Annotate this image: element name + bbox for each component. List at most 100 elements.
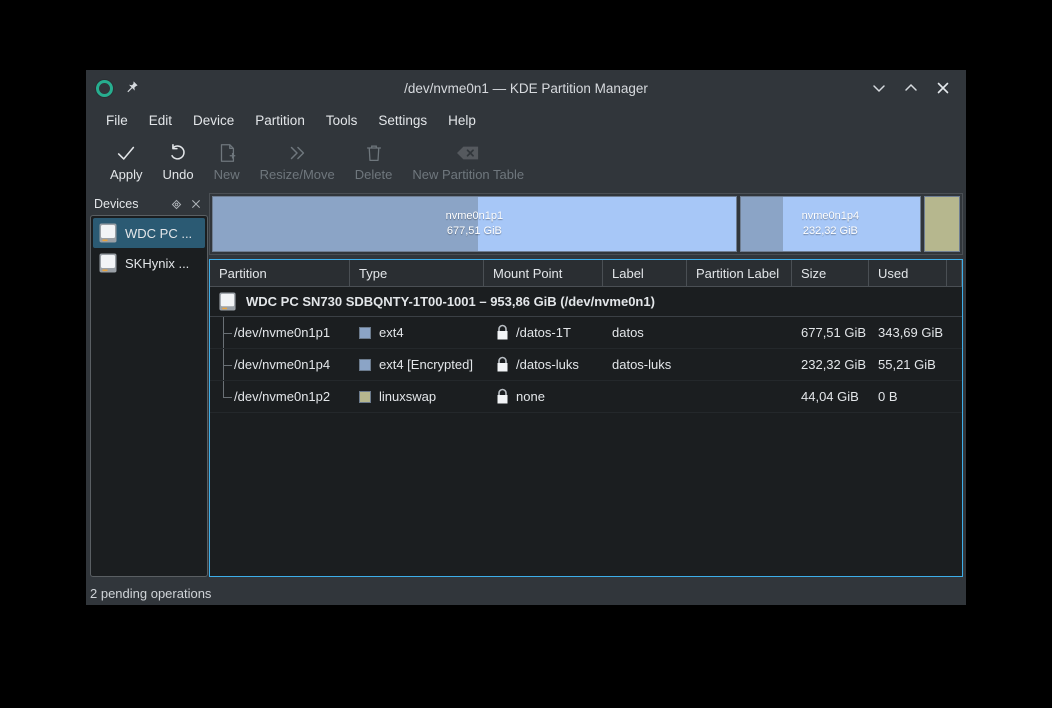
tree-line-horizontal	[223, 364, 232, 366]
menu-item-partition[interactable]: Partition	[246, 110, 314, 131]
toolbar: Apply Undo New Resize/Move Delete New Pa…	[86, 135, 966, 193]
lock-icon	[495, 356, 510, 373]
cell-size: 232,32 GiB	[801, 357, 867, 372]
new-label: New	[213, 167, 240, 182]
pin-icon[interactable]	[123, 80, 139, 96]
cell-used: 0 B	[878, 389, 898, 404]
menu-bar: File Edit Device Partition Tools Setting…	[86, 106, 966, 135]
device-list-item-label: WDC PC ...	[125, 225, 193, 241]
checkmark-icon	[115, 140, 137, 166]
hard-disk-icon	[218, 291, 238, 313]
maximize-button[interactable]	[902, 79, 920, 97]
cell-partition-text: /dev/nvme0n1p1	[234, 325, 331, 340]
cell-filler	[947, 381, 962, 412]
column-header-partition-label[interactable]: Partition Label	[687, 260, 792, 286]
cell-mount-point-text: /datos-1T	[516, 325, 571, 340]
cell-type-text: ext4	[379, 325, 404, 340]
main-body: Devices WDC PC ... SKHynix ... nvme0n1p1…	[86, 193, 966, 581]
menu-item-settings[interactable]: Settings	[369, 110, 436, 131]
partition-used-area	[740, 197, 784, 251]
column-header-size[interactable]: Size	[792, 260, 869, 286]
partition-graph-segment-p1[interactable]: nvme0n1p1 677,51 GiB	[212, 196, 737, 252]
devices-dock-title: Devices	[94, 197, 139, 211]
partition-graph-segment-p4[interactable]: nvme0n1p4 232,32 GiB	[739, 196, 922, 252]
cell-mount-point: /datos-1T	[484, 317, 603, 348]
column-header-mount-point[interactable]: Mount Point	[484, 260, 603, 286]
undo-arrow-icon	[167, 140, 189, 166]
cell-mount-point: /datos-luks	[484, 349, 603, 380]
menu-item-file[interactable]: File	[97, 110, 137, 131]
table-row[interactable]: /dev/nvme0n1p4 ext4 [Encrypted] /datos-l…	[210, 349, 962, 381]
menu-item-edit[interactable]: Edit	[140, 110, 181, 131]
devices-dock-header: Devices	[90, 193, 208, 215]
cell-filler	[947, 349, 962, 380]
devices-list[interactable]: WDC PC ... SKHynix ...	[90, 215, 208, 577]
devices-dock-close-icon[interactable]	[187, 196, 204, 213]
column-header-filler	[947, 260, 962, 286]
cell-type-text: linuxswap	[379, 389, 437, 404]
cell-partition-label	[687, 381, 792, 412]
table-device-group-title: WDC PC SN730 SDBQNTY-1T00-1001 – 953,86 …	[246, 294, 655, 309]
column-header-partition[interactable]: Partition	[210, 260, 350, 286]
cell-size: 44,04 GiB	[801, 389, 859, 404]
column-header-used[interactable]: Used	[869, 260, 947, 286]
menu-item-tools[interactable]: Tools	[317, 110, 367, 131]
cell-label	[603, 381, 687, 412]
cell-partition-label	[687, 349, 792, 380]
resize-move-button[interactable]: Resize/Move	[250, 138, 345, 182]
menu-item-help[interactable]: Help	[439, 110, 485, 131]
status-bar: 2 pending operations	[86, 581, 966, 605]
cell-mount-point-text: none	[516, 389, 545, 404]
partition-table[interactable]: Partition Type Mount Point Label Partiti…	[209, 259, 963, 577]
cell-partition-text: /dev/nvme0n1p2	[234, 389, 331, 404]
partition-used-area	[213, 197, 479, 251]
main-window: /dev/nvme0n1 — KDE Partition Manager Fil…	[86, 70, 966, 605]
new-button[interactable]: New	[204, 138, 250, 182]
undo-button[interactable]: Undo	[153, 138, 204, 182]
delete-label: Delete	[354, 167, 393, 182]
cell-partition: /dev/nvme0n1p1	[210, 317, 350, 348]
kde-partitionmanager-logo-icon	[96, 79, 113, 97]
filesystem-color-swatch-icon	[359, 326, 371, 339]
cell-partition-label	[687, 317, 792, 348]
erase-table-icon	[455, 140, 481, 166]
table-device-group-row[interactable]: WDC PC SN730 SDBQNTY-1T00-1001 – 953,86 …	[210, 287, 962, 317]
table-row[interactable]: /dev/nvme0n1p1 ext4 /datos-1T datos 677,…	[210, 317, 962, 349]
cell-type-text: ext4 [Encrypted]	[379, 357, 473, 372]
float-diamond-icon[interactable]	[168, 196, 185, 213]
cell-partition-text: /dev/nvme0n1p4	[234, 357, 331, 372]
device-list-item-skhynix[interactable]: SKHynix ...	[93, 248, 205, 278]
tree-branch: /dev/nvme0n1p1	[210, 317, 350, 348]
new-partition-table-button[interactable]: New Partition Table	[402, 138, 534, 182]
apply-button[interactable]: Apply	[100, 138, 153, 182]
cell-mount-point-text: /datos-luks	[516, 357, 579, 372]
title-bar[interactable]: /dev/nvme0n1 — KDE Partition Manager	[86, 70, 966, 106]
right-pane: nvme0n1p1 677,51 GiB nvme0n1p4 232,32 Gi…	[209, 193, 963, 577]
tree-line-horizontal	[223, 332, 232, 334]
cell-size: 677,51 GiB	[801, 325, 867, 340]
column-header-type[interactable]: Type	[350, 260, 484, 286]
undo-label: Undo	[162, 167, 194, 182]
device-list-item-wdc[interactable]: WDC PC ...	[93, 218, 205, 248]
cell-mount-point: none	[484, 381, 603, 412]
partition-free-area	[478, 197, 736, 251]
minimize-button[interactable]	[870, 79, 888, 97]
tree-branch: /dev/nvme0n1p4	[210, 349, 350, 380]
close-button[interactable]	[934, 79, 952, 97]
partition-graph-segment-p2[interactable]	[924, 196, 960, 252]
partition-table-body: WDC PC SN730 SDBQNTY-1T00-1001 – 953,86 …	[210, 287, 962, 576]
filesystem-color-swatch-icon	[359, 358, 371, 371]
resize-move-label: Resize/Move	[259, 167, 335, 182]
column-header-label[interactable]: Label	[603, 260, 687, 286]
table-row[interactable]: /dev/nvme0n1p2 linuxswap none 44,04 GiB …	[210, 381, 962, 413]
partition-graph: nvme0n1p1 677,51 GiB nvme0n1p4 232,32 Gi…	[209, 193, 963, 255]
partition-table-header-row: Partition Type Mount Point Label Partiti…	[210, 260, 962, 287]
window-controls	[870, 79, 958, 97]
new-partition-table-label: New Partition Table	[412, 167, 525, 182]
title-bar-left-icons	[92, 79, 139, 97]
menu-item-device[interactable]: Device	[184, 110, 243, 131]
apply-label: Apply	[110, 167, 143, 182]
device-list-item-label: SKHynix ...	[125, 255, 190, 271]
cell-label: datos-luks	[612, 357, 672, 372]
delete-button[interactable]: Delete	[345, 138, 403, 182]
